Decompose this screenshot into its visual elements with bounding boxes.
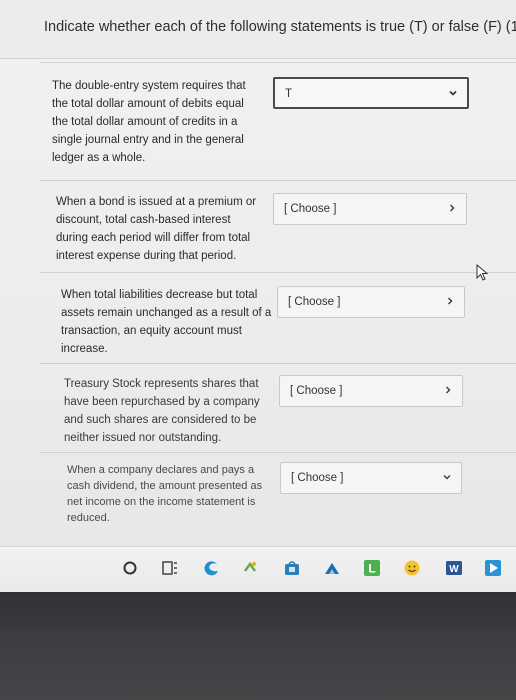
answer-select-value: [ Choose ] xyxy=(284,203,337,215)
word-letter: W xyxy=(449,564,459,575)
question-line: reduced. xyxy=(67,512,110,524)
answer-select-5[interactable]: [ Choose ] xyxy=(280,462,462,494)
question-text-3: When total liabilities decrease but tota… xyxy=(61,286,271,358)
chevron-down-icon xyxy=(443,474,451,480)
question-line: When total liabilities decrease but tota… xyxy=(61,289,258,301)
question-line: increase. xyxy=(61,343,108,355)
answer-select-value: [ Choose ] xyxy=(291,472,344,484)
question-line: net income on the income statement is xyxy=(67,496,256,508)
taskbar: L W xyxy=(0,546,516,593)
divider xyxy=(40,363,516,364)
media-icon[interactable] xyxy=(484,559,502,577)
question-line: ledger as a whole. xyxy=(52,152,146,164)
task-view-icon[interactable] xyxy=(161,559,179,577)
question-line: Treasury Stock represents shares that xyxy=(64,378,259,390)
quiz-header: Indicate whether each of the following s… xyxy=(0,0,516,59)
question-line: cash dividend, the amount presented as xyxy=(67,480,263,492)
divider xyxy=(40,272,516,273)
divider xyxy=(40,180,516,181)
question-line: have been repurchased by a company xyxy=(64,396,260,408)
answer-select-value: [ Choose ] xyxy=(288,296,341,308)
emoji-icon[interactable] xyxy=(403,559,421,577)
question-line: the total dollar amount of credits in a xyxy=(52,116,238,128)
question-text-5: When a company declares and pays a cash … xyxy=(67,462,262,526)
chevron-down-icon xyxy=(449,90,457,96)
question-text-2: When a bond is issued at a premium or di… xyxy=(56,193,256,265)
chevron-down-icon xyxy=(447,297,453,305)
question-line: and such shares are considered to be xyxy=(64,414,257,426)
question-line: interest expense during that period. xyxy=(56,250,237,262)
edge-icon[interactable] xyxy=(203,559,221,577)
question-text-4: Treasury Stock represents shares that ha… xyxy=(64,375,260,447)
question-line: during each period will differ from tota… xyxy=(56,232,251,244)
quiz-screen: Indicate whether each of the following s… xyxy=(0,0,516,593)
question-line: transaction, an equity account must xyxy=(61,325,242,337)
question-line: assets remain unchanged as a result of a xyxy=(61,307,272,319)
answer-select-1[interactable]: T xyxy=(273,77,469,109)
answer-select-value: [ Choose ] xyxy=(290,385,343,397)
question-line: single journal entry and in the general xyxy=(52,134,244,146)
store-icon[interactable] xyxy=(283,559,301,577)
answer-select-value: T xyxy=(285,88,293,100)
laptop-bezel xyxy=(0,592,516,700)
network-icon[interactable] xyxy=(323,559,341,577)
answer-select-3[interactable]: [ Choose ] xyxy=(277,286,465,318)
question-line: discount, total cash-based interest xyxy=(56,214,231,226)
answer-select-2[interactable]: [ Choose ] xyxy=(273,193,467,225)
launcher-letter: L xyxy=(368,562,375,576)
chevron-down-icon xyxy=(445,386,451,394)
answer-select-4[interactable]: [ Choose ] xyxy=(279,375,463,407)
page-title: Indicate whether each of the following s… xyxy=(44,19,516,35)
chevron-down-icon xyxy=(449,204,455,212)
question-line: the total dollar amount of debits equal xyxy=(52,98,244,110)
question-text-1: The double-entry system requires that th… xyxy=(52,77,246,167)
divider xyxy=(40,62,516,63)
mouse-cursor-icon xyxy=(476,264,489,281)
search-circle-icon[interactable] xyxy=(121,559,139,577)
launcher-icon[interactable]: L xyxy=(363,559,381,577)
question-line: When a bond is issued at a premium or xyxy=(56,196,257,208)
question-line: When a company declares and pays a xyxy=(67,464,255,476)
question-line: neither issued nor outstanding. xyxy=(64,432,222,444)
divider xyxy=(40,452,516,453)
word-icon[interactable]: W xyxy=(445,559,463,577)
app-icon[interactable] xyxy=(241,559,259,577)
question-line: The double-entry system requires that xyxy=(52,80,246,92)
